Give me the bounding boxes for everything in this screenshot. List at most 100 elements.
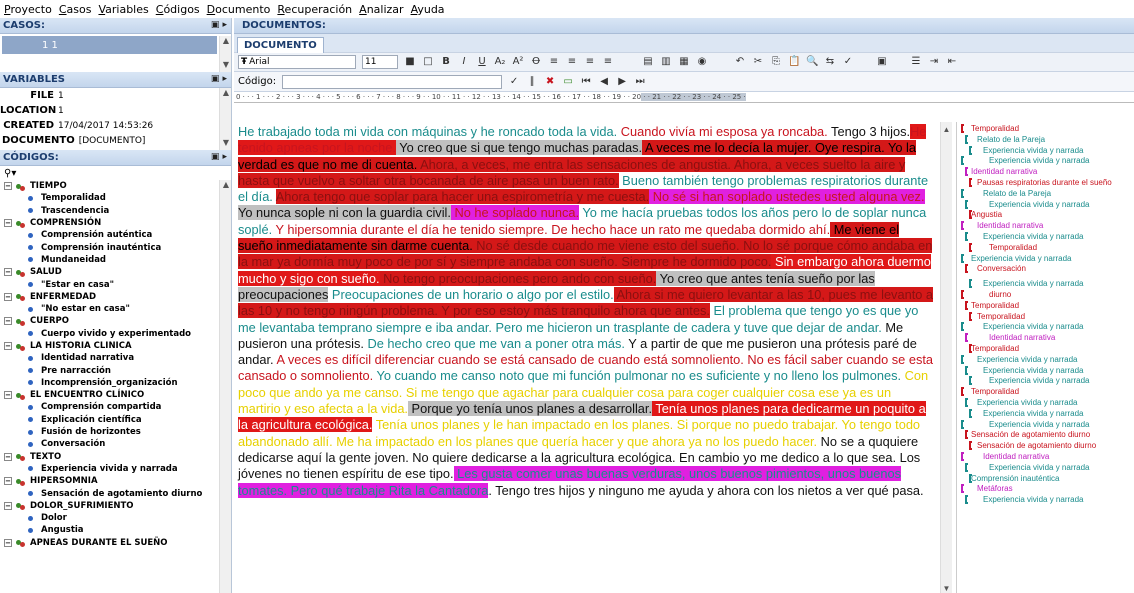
menu-item-0[interactable]: Proyecto — [4, 3, 52, 16]
code-bracket[interactable] — [965, 167, 968, 177]
indent-icon[interactable]: ⇥ — [928, 56, 940, 68]
code-item[interactable]: Cuerpo vivido y experimentado — [0, 328, 231, 340]
margin-code-label[interactable]: Experiencia vivida y narrada — [989, 420, 1090, 429]
text-segment[interactable]: Y hipersomnia durante el día he tenido s… — [272, 222, 830, 237]
menu-item-3[interactable]: Códigos — [156, 3, 200, 16]
code-bracket[interactable] — [961, 452, 964, 461]
code-group[interactable]: − TEXTO — [0, 451, 231, 463]
code-bracket[interactable] — [969, 279, 972, 289]
subscript-icon[interactable]: A₂ — [494, 56, 506, 68]
remove-code-icon[interactable]: ✖ — [544, 76, 556, 88]
search-icon[interactable]: ⚲▾ — [4, 168, 16, 179]
underline-icon[interactable]: U — [476, 56, 488, 68]
cut-icon[interactable]: ✂ — [752, 56, 764, 68]
code-item[interactable]: Comprensión inauténtica — [0, 241, 231, 253]
code-item[interactable]: Trascendencia — [0, 205, 231, 217]
open-icon[interactable]: ▤ — [642, 56, 654, 68]
code-group[interactable]: − HIPERSOMNIA — [0, 475, 231, 487]
collapse-icon[interactable]: − — [4, 182, 12, 191]
menu-item-2[interactable]: Variables — [98, 3, 148, 16]
code-bracket[interactable] — [965, 430, 968, 440]
print-icon[interactable]: ▦ — [678, 56, 690, 68]
text-segment[interactable]: Yo nunca sople ni con la guardia civil. — [238, 205, 451, 221]
replace-icon[interactable]: ⇆ — [824, 56, 836, 68]
margin-code-label[interactable]: Temporalidad — [977, 312, 1025, 321]
margin-code-label[interactable]: Temporalidad — [989, 243, 1037, 252]
code-bracket[interactable] — [965, 199, 968, 209]
text-segment[interactable]: Tengo 3 hijos. — [828, 124, 910, 139]
text-segment[interactable]: He trabajado toda mi vida con máquinas y… — [238, 124, 621, 139]
code-group[interactable]: − EL ENCUENTRO CLÍNICO — [0, 389, 231, 401]
menu-item-6[interactable]: Analizar — [359, 3, 403, 16]
margin-code-label[interactable]: Experiencia vivida y narrada — [989, 463, 1090, 472]
code-bracket[interactable] — [965, 495, 968, 505]
margin-code-label[interactable]: Sensación de agotamiento diurno — [977, 441, 1096, 450]
collapse-icon[interactable]: − — [4, 342, 12, 350]
properties-icon[interactable]: ▣ — [876, 56, 888, 68]
code-bracket[interactable] — [961, 322, 964, 332]
text-segment[interactable]: De hecho creo que me van a poner otra má… — [367, 336, 625, 351]
code-input[interactable] — [282, 74, 503, 89]
code-group[interactable]: − TIEMPO — [0, 180, 231, 192]
margin-code-label[interactable]: Experiencia vivida y narrada — [989, 156, 1090, 165]
code-item[interactable]: Fusión de horizontes — [0, 426, 231, 438]
code-group[interactable]: − CUERPO — [0, 315, 231, 327]
margin-code-label[interactable]: Identidad narrativa — [983, 452, 1049, 461]
code-group[interactable]: − ENFERMEDAD — [0, 291, 231, 303]
document-text[interactable]: He trabajado toda mi vida con máquinas y… — [234, 122, 952, 593]
strikethrough-icon[interactable]: Ꝋ — [530, 56, 542, 68]
menu-item-1[interactable]: Casos — [59, 3, 92, 16]
variable-row[interactable]: CREATED 17/04/2017 14:53:26 — [0, 118, 231, 133]
margin-code-label[interactable]: Metáforas — [977, 484, 1013, 493]
menu-item-7[interactable]: Ayuda — [411, 3, 445, 16]
font-size-select[interactable]: 11 — [362, 55, 398, 69]
code-item[interactable]: Incomprensión_organización — [0, 377, 231, 389]
code-bracket[interactable] — [961, 387, 964, 397]
code-item[interactable]: "No estar en casa" — [0, 303, 231, 315]
code-bracket[interactable] — [965, 333, 968, 343]
code-item[interactable]: Temporalidad — [0, 192, 231, 204]
margin-code-label[interactable]: Experiencia vivida y narrada — [983, 279, 1084, 288]
case-row[interactable]: 1 1 — [2, 36, 217, 54]
collapse-icon[interactable]: − — [4, 477, 12, 486]
margin-code-label[interactable]: Experiencia vivida y narrada — [989, 200, 1090, 209]
code-bracket[interactable] — [965, 398, 968, 407]
code-bracket[interactable] — [969, 178, 972, 187]
margin-code-label[interactable]: Experiencia vivida y narrada — [983, 409, 1084, 418]
code-item[interactable]: Explicación científica — [0, 414, 231, 426]
copy-icon[interactable]: ⎘ — [770, 56, 782, 68]
find-icon[interactable]: 🔍 — [806, 56, 818, 68]
code-bracket[interactable] — [961, 221, 964, 231]
next-icon[interactable]: ▶ — [616, 76, 628, 88]
text-segment[interactable]: Ahora tengo que soplar para hacer una es… — [275, 189, 650, 205]
align-center-icon[interactable]: ≡ — [566, 56, 578, 68]
code-group[interactable]: − APNEAS DURANTE EL SUEÑO — [0, 537, 231, 549]
code-bracket[interactable] — [965, 365, 968, 375]
prev-icon[interactable]: ◀ — [598, 76, 610, 88]
margin-code-label[interactable]: Temporalidad — [971, 124, 1019, 133]
code-bracket[interactable] — [961, 484, 964, 494]
preview-icon[interactable]: ◉ — [696, 56, 708, 68]
margin-code-label[interactable]: Identidad narrativa — [971, 167, 1037, 176]
margin-code-label[interactable]: Experiencia vivida y narrada — [983, 146, 1084, 155]
code-item[interactable]: Mundaneidad — [0, 254, 231, 266]
code-item[interactable]: Comprensión auténtica — [0, 229, 231, 241]
text-segment[interactable]: Yo cuando me canso noto que mi función p… — [373, 368, 901, 383]
collapse-icon[interactable]: − — [4, 317, 12, 326]
collapse-icon[interactable]: − — [4, 219, 12, 228]
text-segment[interactable]: No sé si han soplado ustedes usted algun… — [649, 189, 925, 205]
variable-row[interactable]: FILE 1 — [0, 88, 231, 103]
text-segment[interactable]: A veces me lo decía la mujer. Oye respir… — [642, 140, 885, 156]
code-bracket[interactable] — [961, 156, 964, 166]
code-item[interactable]: Experiencia vivida y narrada — [0, 463, 231, 475]
code-item[interactable]: Pre narracción — [0, 364, 231, 376]
text-segment[interactable]: . Tengo tres hijos y ninguno me ayuda y … — [488, 483, 923, 498]
align-right-icon[interactable]: ≡ — [584, 56, 596, 68]
first-icon[interactable]: ⏮ — [580, 76, 592, 88]
align-left-icon[interactable]: ≡ — [548, 56, 560, 68]
casos-scrollbar[interactable]: ▲ ▼ — [219, 36, 231, 72]
margin-code-label[interactable]: Experiencia vivida y narrada — [977, 355, 1078, 364]
code-bracket[interactable] — [969, 145, 972, 155]
code-list-icon[interactable]: ∥ — [526, 76, 538, 88]
code-item[interactable]: Comprensión compartida — [0, 401, 231, 413]
